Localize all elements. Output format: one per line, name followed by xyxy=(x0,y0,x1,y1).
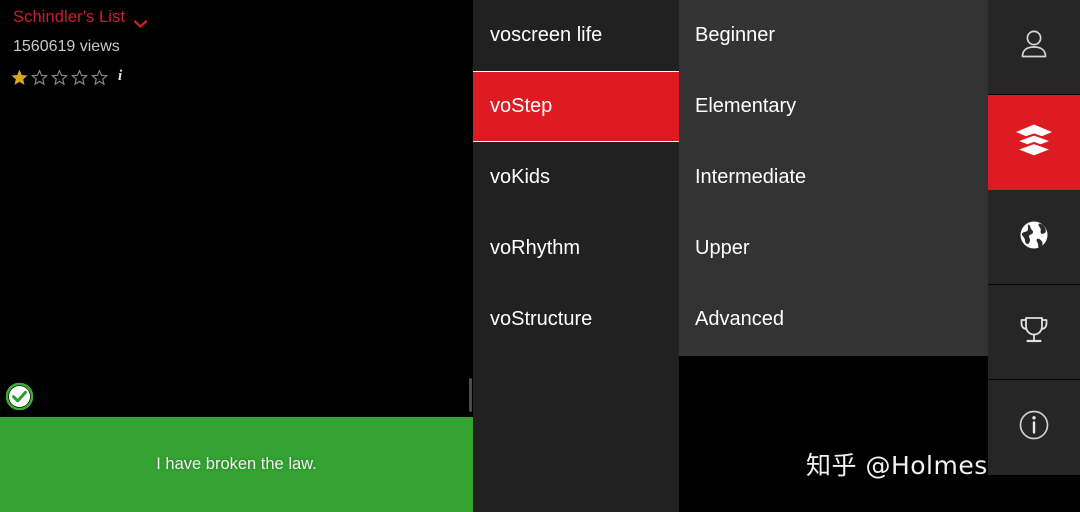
menu-item-label: voStep xyxy=(490,95,553,117)
menu-item-vostep[interactable]: voStep xyxy=(473,71,679,142)
check-circle-icon xyxy=(5,382,34,411)
menu-item-label: voRhythm xyxy=(490,237,581,259)
submenu-item-upper[interactable]: Upper xyxy=(679,213,988,284)
level-submenu: Beginner Elementary Intermediate Upper A… xyxy=(679,0,988,356)
submenu-item-label: Elementary xyxy=(695,95,797,117)
video-scrollbar[interactable] xyxy=(469,378,472,412)
globe-icon xyxy=(1015,216,1053,259)
page-title: Schindler's List xyxy=(13,8,126,26)
star-icon-empty[interactable] xyxy=(30,69,49,86)
person-icon xyxy=(1015,26,1053,69)
rating-info-icon[interactable]: i xyxy=(118,68,122,85)
menu-item-label: voscreen life xyxy=(490,24,603,46)
icon-rail xyxy=(988,0,1080,512)
submenu-item-label: Advanced xyxy=(695,308,784,330)
primary-menu: voscreen life voStep voKids voRhythm voS… xyxy=(473,0,679,512)
rail-item-info[interactable] xyxy=(988,380,1080,475)
submenu-item-label: Upper xyxy=(695,237,750,259)
menu-item-vorhythm[interactable]: voRhythm xyxy=(473,213,679,284)
star-rating[interactable]: i xyxy=(11,68,122,86)
star-icon-filled[interactable] xyxy=(11,69,28,86)
rail-item-achievements[interactable] xyxy=(988,285,1080,380)
video-pane: Schindler's List 1560619 views i I have … xyxy=(0,0,473,512)
star-icon-empty[interactable] xyxy=(50,69,69,86)
trophy-icon xyxy=(1015,311,1053,354)
menu-item-voscreen-life[interactable]: voscreen life xyxy=(473,0,679,71)
submenu-item-elementary[interactable]: Elementary xyxy=(679,71,988,142)
chevron-down-icon[interactable] xyxy=(133,15,148,28)
rail-item-levels[interactable] xyxy=(988,95,1080,190)
answer-banner[interactable]: I have broken the law. xyxy=(0,417,473,512)
answer-text: I have broken the law. xyxy=(156,455,317,473)
rail-item-profile[interactable] xyxy=(988,0,1080,95)
menu-item-vostructure[interactable]: voStructure xyxy=(473,284,679,355)
star-icon-empty[interactable] xyxy=(90,69,109,86)
rail-item-world[interactable] xyxy=(988,190,1080,285)
submenu-item-intermediate[interactable]: Intermediate xyxy=(679,142,988,213)
movie-title-dropdown[interactable]: Schindler's List xyxy=(13,8,148,28)
submenu-item-advanced[interactable]: Advanced xyxy=(679,284,988,355)
menu-item-vokids[interactable]: voKids xyxy=(473,142,679,213)
app-root: Schindler's List 1560619 views i I have … xyxy=(0,0,1080,512)
submenu-item-beginner[interactable]: Beginner xyxy=(679,0,988,71)
submenu-item-label: Intermediate xyxy=(695,166,807,188)
watermark: 知乎 @Holmes xyxy=(806,451,988,480)
menu-item-label: voKids xyxy=(490,166,551,188)
info-circle-icon xyxy=(1015,406,1053,449)
menu-item-label: voStructure xyxy=(490,308,593,330)
layers-icon xyxy=(1012,119,1056,166)
views-count: 1560619 views xyxy=(13,38,120,55)
star-icon-empty[interactable] xyxy=(70,69,89,86)
submenu-item-label: Beginner xyxy=(695,24,776,46)
